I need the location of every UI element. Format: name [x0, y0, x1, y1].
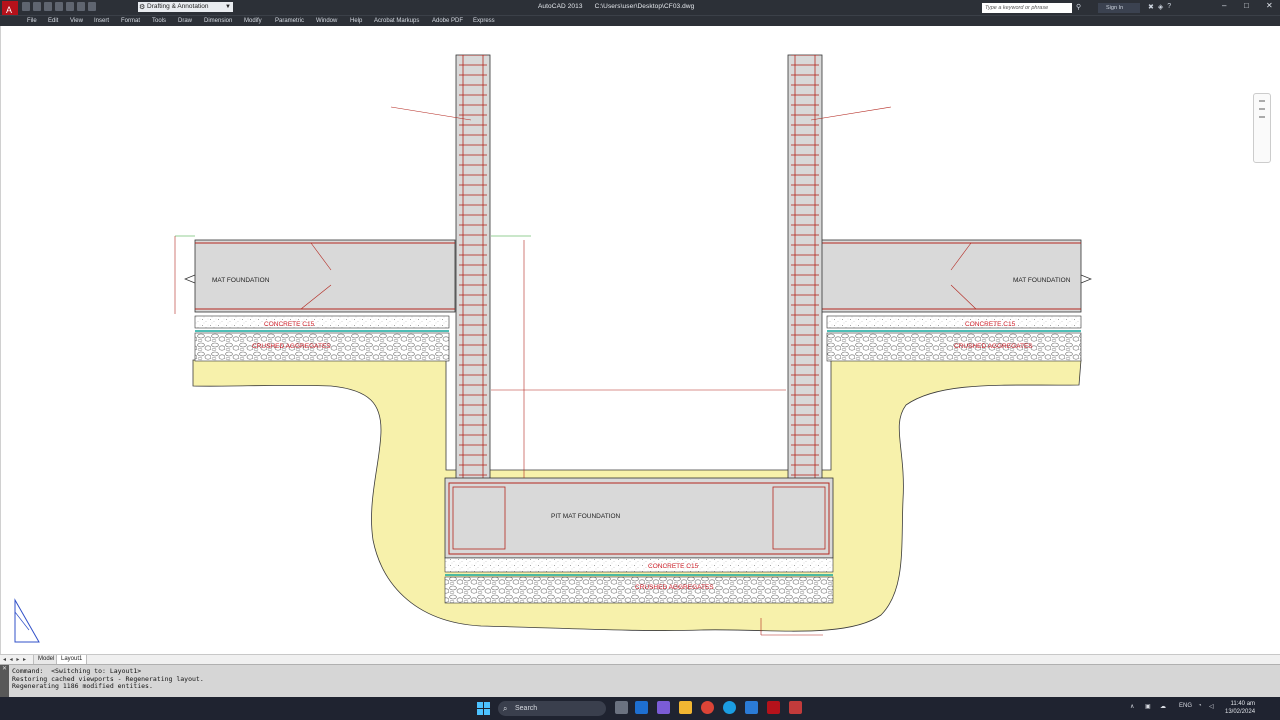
store-icon[interactable]: [745, 701, 758, 714]
search-tools: ⚲: [1076, 3, 1081, 11]
mat-left: [194, 239, 456, 313]
menu-help[interactable]: Help: [350, 18, 362, 24]
mat-right: [820, 239, 1082, 313]
menu-insert[interactable]: Insert: [94, 18, 109, 24]
plot-icon[interactable]: [66, 2, 74, 11]
minimize-button[interactable]: –: [1222, 1, 1226, 10]
autocad-task-icon[interactable]: [767, 701, 780, 714]
binoculars-icon[interactable]: ⚲: [1076, 3, 1081, 11]
teams-icon[interactable]: [657, 701, 670, 714]
file-explorer-icon[interactable]: [679, 701, 692, 714]
tray-app-icon[interactable]: ▣: [1145, 703, 1151, 710]
help-icon[interactable]: ?: [1167, 3, 1171, 11]
save-icon[interactable]: [44, 2, 52, 11]
menu-express[interactable]: Express: [473, 18, 495, 24]
redo-icon[interactable]: [88, 2, 96, 11]
window-title: AutoCAD 2013 C:\Users\user\Desktop\CF03.d…: [538, 3, 706, 10]
menu-modify[interactable]: Modify: [244, 18, 262, 24]
acrobat-icon[interactable]: [789, 701, 802, 714]
menu-view[interactable]: View: [70, 18, 83, 24]
edge-icon[interactable]: [723, 701, 736, 714]
outlook-icon[interactable]: [635, 701, 648, 714]
menu-parametric[interactable]: Parametric: [275, 18, 304, 24]
save-as-icon[interactable]: [55, 2, 63, 11]
pit-mat-label: PIT MAT FOUNDATION: [551, 513, 621, 520]
concrete-bottom: [444, 557, 834, 573]
close-button[interactable]: ✕: [1266, 1, 1273, 10]
workspace-dropdown[interactable]: ⚙ Drafting & Annotation ▼: [138, 2, 233, 12]
tray-chevron-icon[interactable]: ∧: [1130, 703, 1134, 710]
foundation-section-drawing: MAT FOUNDATION MAT FOUNDATION PIT MAT FO…: [14, 54, 1092, 643]
menu-window[interactable]: Window: [316, 18, 337, 24]
menu-draw[interactable]: Draw: [178, 18, 192, 24]
command-line-3: Regenerating 1186 modified entities.: [12, 682, 153, 690]
tab-nav-arrows[interactable]: ◂ ◂ ▸ ▸: [3, 656, 27, 663]
menu-edit[interactable]: Edit: [48, 18, 58, 24]
command-line[interactable]: ✕ Command: <Switching to: Layout1> Restor…: [0, 664, 1280, 698]
drawing-canvas[interactable]: MAT FOUNDATION MAT FOUNDATION PIT MAT FO…: [0, 26, 1280, 654]
taskbar-search-label: Search: [515, 705, 538, 712]
crushed-bottom-label: CRUSHED AGGREGATES: [635, 584, 714, 591]
mat-right-label: MAT FOUNDATION: [1013, 277, 1071, 284]
language-indicator[interactable]: ENG: [1179, 703, 1192, 709]
quick-access-toolbar: [22, 2, 96, 11]
command-history: Command: <Switching to: Layout1> Restorin…: [12, 667, 204, 691]
search-icon: ⌕: [503, 704, 508, 713]
taskbar-search[interactable]: ⌕ Search: [498, 701, 606, 716]
taskbar: ⌕ Search ∧ ▣ ☁ ENG ◔ ◁ 11:40 am 13/02/20…: [0, 697, 1280, 720]
concrete-left-label: CONCRETE C15: [264, 321, 315, 328]
task-view-icon[interactable]: [615, 701, 628, 714]
app-name: AutoCAD 2013: [538, 3, 583, 10]
chrome-icon[interactable]: [701, 701, 714, 714]
wifi-icon[interactable]: ◔: [1198, 703, 1202, 709]
menu-acrobat-markups[interactable]: Acrobat Markups: [374, 18, 419, 24]
sign-in-button[interactable]: Sign In: [1098, 3, 1140, 13]
gear-icon: ⚙: [139, 4, 146, 11]
stay-connected-icon[interactable]: ◈: [1158, 3, 1163, 11]
menu-dimension[interactable]: Dimension: [204, 18, 232, 24]
pit-mat: [444, 477, 834, 559]
open-icon[interactable]: [33, 2, 41, 11]
system-clock[interactable]: 11:40 am 13/02/2024: [1225, 700, 1255, 716]
help-search-input[interactable]: Type a keyword or phrase: [982, 3, 1072, 13]
menu-file[interactable]: File: [27, 18, 37, 24]
crushed-right-label: CRUSHED AGGREGATES: [954, 343, 1033, 350]
workspace-label: Drafting & Annotation: [147, 3, 209, 10]
exchange-icon[interactable]: ✖: [1148, 3, 1154, 11]
mat-left-label: MAT FOUNDATION: [212, 277, 270, 284]
title-bar: A ⚙ Drafting & Annotation ▼ AutoCAD 2013…: [0, 0, 1280, 23]
info-tools: ✖ ◈ ?: [1148, 3, 1171, 11]
concrete-right-label: CONCRETE C15: [965, 321, 1016, 328]
command-line-grip[interactable]: ✕: [0, 665, 9, 698]
file-path: C:\Users\user\Desktop\CF03.dwg: [594, 3, 695, 10]
new-icon[interactable]: [22, 2, 30, 11]
svg-text:A: A: [6, 5, 12, 15]
crushed-left-label: CRUSHED AGGREGATES: [252, 343, 331, 350]
clock-date: 13/02/2024: [1225, 709, 1256, 715]
navigation-bar[interactable]: [1253, 93, 1271, 163]
menu-tools[interactable]: Tools: [152, 18, 166, 24]
undo-icon[interactable]: [77, 2, 85, 11]
menu-adobe-pdf[interactable]: Adobe PDF: [432, 18, 463, 24]
volume-icon[interactable]: ◁: [1209, 703, 1214, 710]
maximize-button[interactable]: □: [1244, 1, 1249, 10]
clock-time: 11:40 am: [1230, 701, 1256, 707]
menu-format[interactable]: Format: [121, 18, 140, 24]
windows-start-icon[interactable]: [477, 702, 490, 715]
concrete-left: [194, 315, 450, 329]
chevron-down-icon: ▼: [225, 4, 231, 10]
ucs-icon: [14, 598, 40, 643]
concrete-right: [826, 315, 1082, 329]
onedrive-icon[interactable]: ☁: [1160, 703, 1166, 710]
concrete-bottom-label: CONCRETE C15: [648, 563, 699, 570]
